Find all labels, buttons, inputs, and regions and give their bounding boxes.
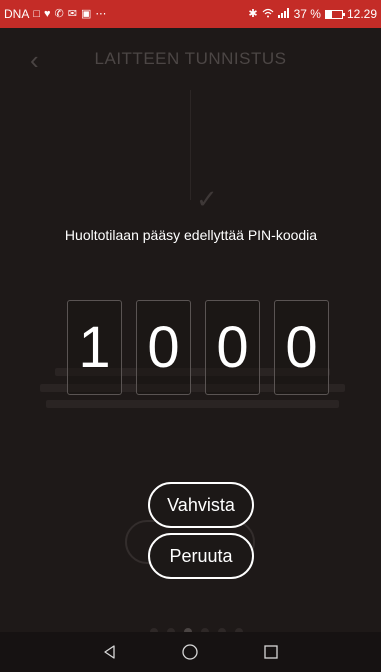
battery-percent: 37 %: [293, 7, 321, 21]
clock: 12.29: [346, 7, 377, 21]
home-icon[interactable]: [180, 642, 200, 662]
cancel-button[interactable]: Peruuta: [148, 533, 254, 579]
image-icon: ▣: [80, 8, 92, 20]
status-bar: DNA □ ♥ ✆ ✉ ▣ ⋯ ✱ 37 % 12.29: [0, 0, 381, 28]
navigation-bar: [0, 632, 381, 672]
more-icon: ⋯: [95, 8, 107, 20]
back-icon[interactable]: [100, 642, 120, 662]
status-bar-left: DNA □ ♥ ✆ ✉ ▣ ⋯: [4, 7, 106, 21]
chevron-left-icon: ‹: [30, 45, 39, 75]
status-bar-right: ✱ 37 % 12.29: [248, 7, 377, 21]
background-divider: [190, 90, 191, 200]
pin-digit-2[interactable]: 0: [136, 300, 191, 395]
pin-digit-1[interactable]: 1: [67, 300, 122, 395]
pin-input-row: 1 0 0 0: [67, 300, 329, 395]
battery-icon: [324, 9, 345, 19]
pin-digit-4[interactable]: 0: [274, 300, 329, 395]
whatsapp-icon: ✆: [54, 8, 64, 20]
bluetooth-icon: ✱: [248, 8, 258, 20]
check-icon: ✓: [196, 184, 218, 214]
signal-icon: [277, 7, 290, 21]
recents-icon[interactable]: [261, 642, 281, 662]
confirm-button[interactable]: Vahvista: [148, 482, 254, 528]
mail-icon: ✉: [67, 8, 77, 20]
pin-digit-3[interactable]: 0: [205, 300, 260, 395]
background-title: LAITTEEN TUNNISTUS: [94, 49, 287, 68]
pin-prompt-text: Huoltotilaan pääsy edellyttää PIN-koodia: [64, 227, 318, 243]
sim-icon: □: [33, 8, 40, 20]
wifi-icon: [262, 8, 274, 21]
screen: DNA □ ♥ ✆ ✉ ▣ ⋯ ✱ 37 % 12.29 ‹ LAITTEEN …: [0, 0, 381, 672]
heart-icon: ♥: [44, 8, 51, 20]
carrier-label: DNA: [4, 7, 30, 21]
background-header: ‹ LAITTEEN TUNNISTUS: [0, 28, 381, 90]
background-text-line: [46, 400, 339, 408]
